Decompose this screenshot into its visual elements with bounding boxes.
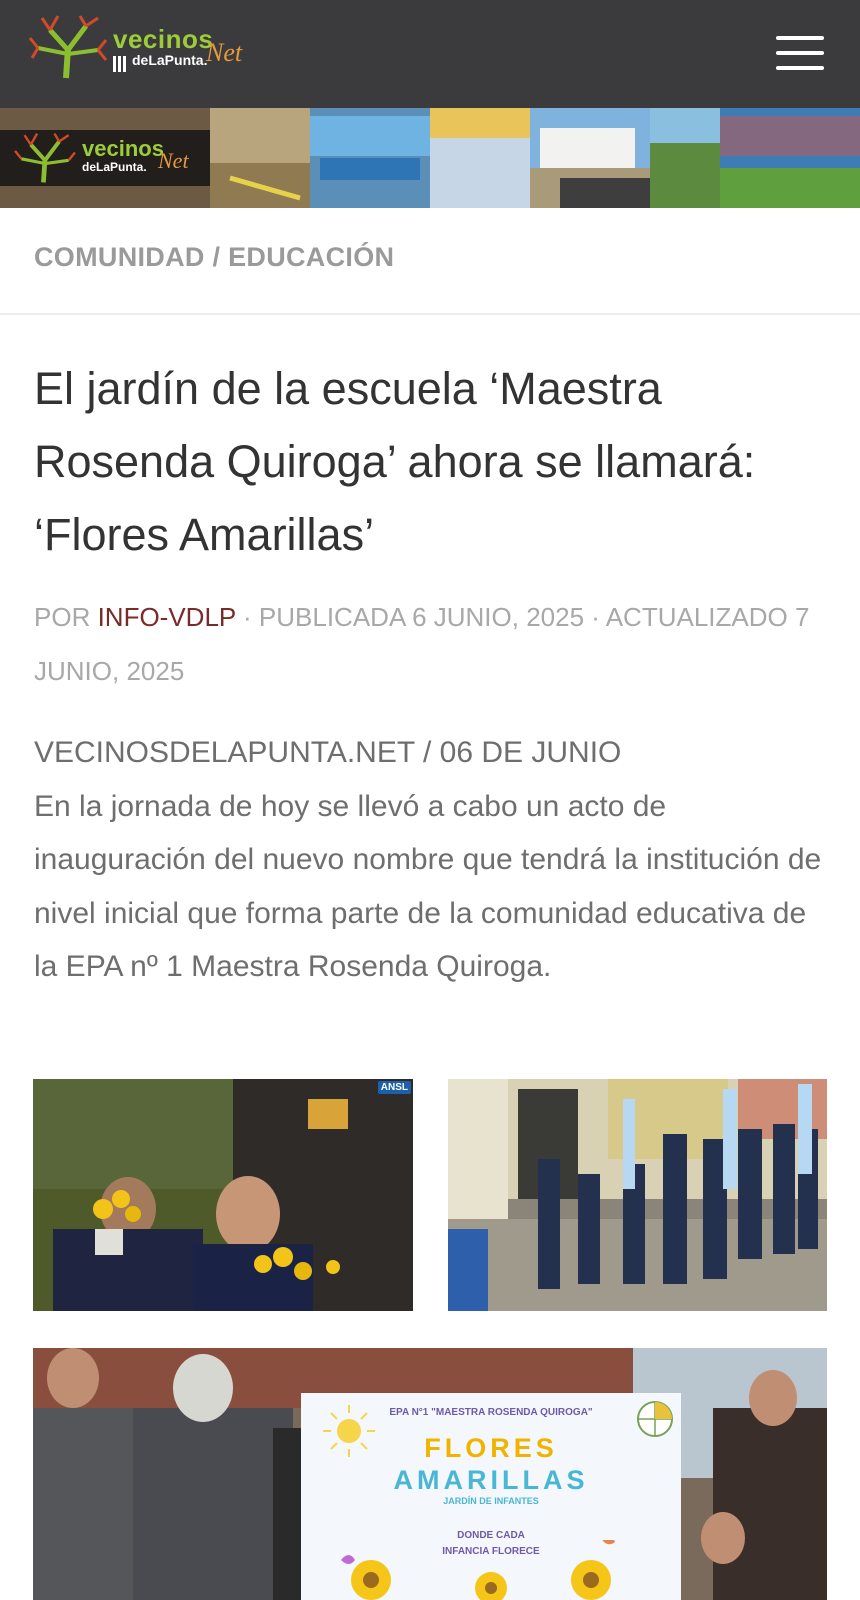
- photo-flag-ceremony[interactable]: [448, 1079, 827, 1311]
- divider: [0, 313, 860, 315]
- banner-logo-sub: deLaPunta.: [82, 160, 147, 174]
- banner-logo: vecinos deLaPunta. Net: [0, 130, 210, 186]
- tree-logo-icon: [14, 132, 76, 183]
- article-meta: Por info-vdlp · Publicada 6 junio, 2025 …: [34, 590, 824, 698]
- photo-children-flowers[interactable]: ANSL: [33, 1079, 413, 1311]
- banner-logo-word: vecinos: [82, 136, 164, 161]
- banner-logo-net: Net: [158, 148, 189, 173]
- site-header: vecinos deLaPunta. Net: [0, 0, 860, 108]
- article-paragraph: En la jornada de hoy se llevó a cabo un …: [34, 789, 822, 984]
- sign-title-amarillas: AMARILLAS: [393, 1465, 589, 1495]
- site-logo[interactable]: vecinos deLaPunta. Net: [28, 14, 268, 84]
- sign-school-name: EPA N°1 "MAESTRA ROSENDA QUIROGA": [389, 1407, 593, 1418]
- by-label: Por: [34, 602, 98, 632]
- photo-sign-unveiling[interactable]: EPA N°1 "MAESTRA ROSENDA QUIROGA" FLORES…: [33, 1348, 827, 1600]
- breadcrumb-separator: /: [204, 242, 229, 272]
- photo-image: [448, 1079, 827, 1311]
- logo-word: vecinos: [113, 24, 214, 54]
- logo-bars-icon: [113, 56, 126, 72]
- sunflowers-icon: [341, 1540, 615, 1600]
- article-body: VECINOSDELAPUNTA.NET / 06 DE JUNIO En la…: [34, 726, 834, 994]
- author-link[interactable]: info-vdlp: [98, 602, 236, 632]
- hamburger-menu-icon[interactable]: [776, 36, 824, 72]
- tree-logo-icon: [28, 15, 108, 79]
- logo-net: Net: [206, 38, 243, 67]
- category-link-comunidad[interactable]: COMUNIDAD: [34, 242, 205, 272]
- sign-subtitle: JARDÍN DE INFANTES: [443, 1496, 539, 1506]
- sign-title-flores: FLORES: [424, 1433, 558, 1463]
- breadcrumb: COMUNIDAD / EDUCACIÓN: [34, 242, 394, 273]
- article-title: El jardín de la escuela ‘Maestra Rosenda…: [34, 363, 756, 560]
- photo-image: [33, 1079, 413, 1311]
- category-link-educacion[interactable]: EDUCACIÓN: [228, 242, 394, 272]
- sign-board: EPA N°1 "MAESTRA ROSENDA QUIROGA" FLORES…: [301, 1393, 681, 1600]
- article-dateline: VECINOSDELAPUNTA.NET / 06 DE JUNIO: [34, 736, 622, 769]
- ansl-badge: ANSL: [377, 1081, 411, 1094]
- header-banner-image: vecinos deLaPunta. Net: [0, 108, 860, 208]
- logo-sub: deLaPunta.: [132, 52, 208, 68]
